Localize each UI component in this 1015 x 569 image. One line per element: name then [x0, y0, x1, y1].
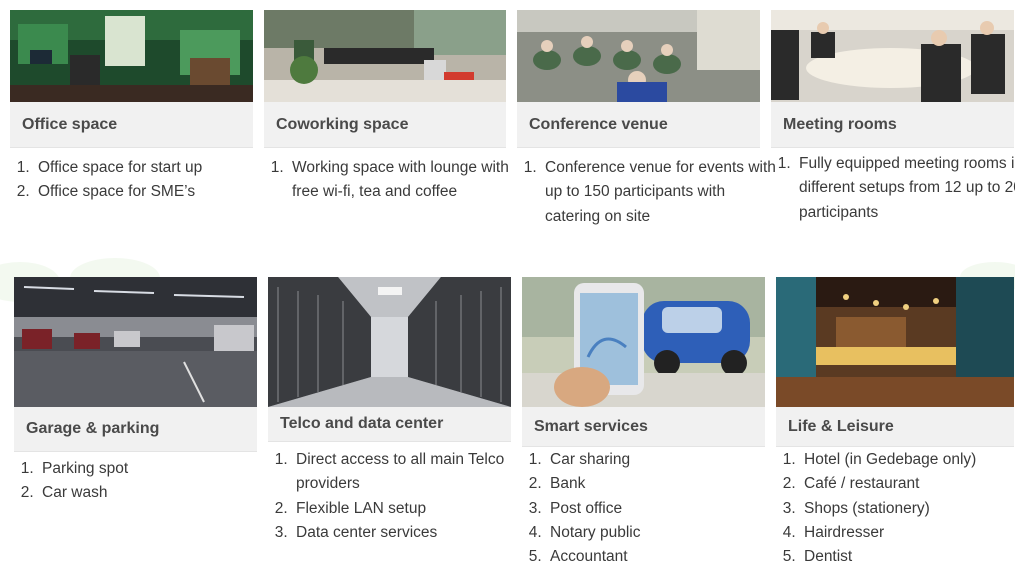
list-item: Bank [546, 472, 791, 496]
office-space-photo [10, 10, 253, 102]
card-title: Smart services [522, 407, 765, 447]
feature-list: Direct access to all main Telco provider… [254, 448, 537, 545]
card-title: Coworking space [264, 102, 506, 148]
list-item: Car sharing [546, 448, 791, 472]
feature-list: Hotel (in Gedebage only) Café / restaura… [762, 448, 1015, 569]
feature-list: Parking spot Car wash [0, 457, 273, 506]
coworking-space-photo [264, 10, 506, 102]
conference-venue-photo [517, 10, 760, 102]
feature-list: Working space with lounge with free wi-f… [250, 156, 523, 205]
list-item: Café / restaurant [800, 472, 1015, 496]
list-item: Flexible LAN setup [292, 497, 537, 521]
list-item: Office space for start up [34, 156, 269, 180]
card-title: Life & Leisure [776, 407, 1014, 447]
list-item: Working space with lounge with free wi-f… [288, 156, 523, 205]
list-item: Shops (stationery) [800, 497, 1015, 521]
list-item: Accountant [546, 545, 791, 569]
smart-services-photo [522, 277, 765, 407]
card-title: Telco and data center [268, 407, 511, 442]
card-title: Garage & parking [14, 407, 257, 452]
card-title: Conference venue [517, 102, 760, 148]
garage-parking-photo [14, 277, 257, 407]
card-title: Office space [10, 102, 253, 148]
card-title: Meeting rooms [771, 102, 1014, 148]
list-item: Conference venue for events with up to 1… [541, 156, 776, 229]
list-item: Direct access to all main Telco provider… [292, 448, 537, 497]
telco-data-center-photo [268, 277, 511, 407]
list-item: Hairdresser [800, 521, 1015, 545]
feature-list: Fully equipped meeting rooms in differen… [757, 152, 1015, 225]
feature-list: Car sharing Bank Post office Notary publ… [508, 448, 791, 569]
list-item: Car wash [38, 481, 273, 505]
life-leisure-photo [776, 277, 1014, 407]
list-item: Notary public [546, 521, 791, 545]
meeting-rooms-photo [771, 10, 1014, 102]
feature-list: Conference venue for events with up to 1… [503, 156, 776, 229]
list-item: Dentist [800, 545, 1015, 569]
list-item: Data center services [292, 521, 537, 545]
list-item: Post office [546, 497, 791, 521]
list-item: Hotel (in Gedebage only) [800, 448, 1015, 472]
list-item: Parking spot [38, 457, 273, 481]
list-item: Office space for SME’s [34, 180, 269, 204]
feature-list: Office space for start up Office space f… [0, 156, 269, 205]
list-item: Fully equipped meeting rooms in differen… [795, 152, 1015, 225]
